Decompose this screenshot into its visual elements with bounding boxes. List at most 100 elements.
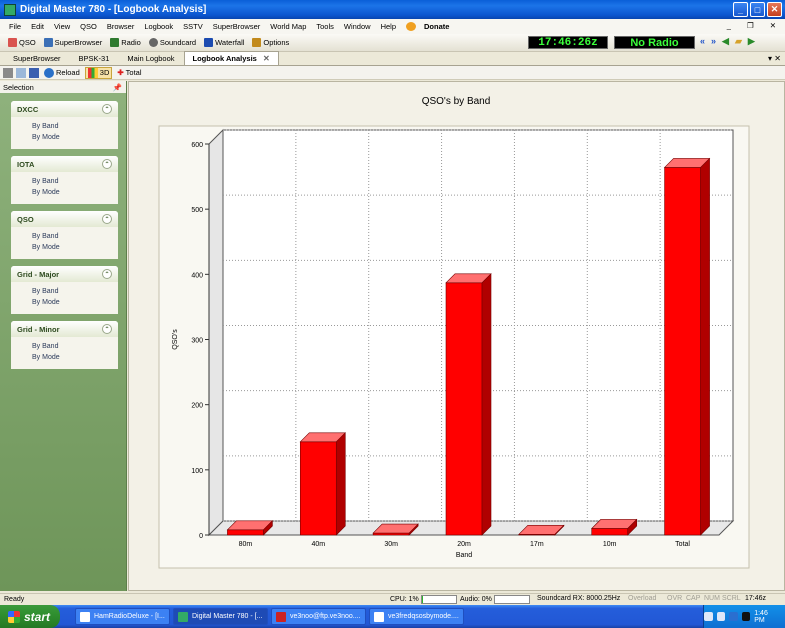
waterfall-button[interactable]: Waterfall xyxy=(200,38,248,47)
taskbar-item-label: ve3fredqsosbymode.... xyxy=(388,613,459,620)
start-button[interactable]: start xyxy=(0,605,60,628)
bar-side-20m xyxy=(481,273,492,536)
minimize-button[interactable]: _ xyxy=(733,2,748,17)
collapse-icon[interactable]: ⌃ xyxy=(102,104,112,114)
maximize-button[interactable]: □ xyxy=(750,2,765,17)
reload-button[interactable]: Reload xyxy=(42,67,82,78)
group-title: DXCC xyxy=(17,104,39,114)
group-header-iota[interactable]: IOTA ⌃ xyxy=(11,156,118,172)
tab-main-logbook[interactable]: Main Logbook xyxy=(118,51,183,65)
group-header-qso[interactable]: QSO ⌃ xyxy=(11,211,118,227)
scrl-indicator: SCRL xyxy=(722,595,741,602)
taskbar: start HamRadioDeluxe - [I... Digital Mas… xyxy=(0,605,785,628)
qso-button[interactable]: QSO xyxy=(4,38,40,47)
audio-label: Audio: 0% xyxy=(460,596,492,603)
collapse-icon[interactable]: ⌃ xyxy=(102,159,112,169)
app-tray-icon[interactable] xyxy=(741,612,751,621)
chart-title: QSO's by Band xyxy=(422,96,491,107)
menu-help[interactable]: Help xyxy=(376,22,401,31)
selection-panel: Selection 📌 DXCC ⌃ By Band By Mode IOTA … xyxy=(0,81,127,591)
menu-logbook[interactable]: Logbook xyxy=(139,22,178,31)
antivirus-tray-icon[interactable] xyxy=(729,612,738,621)
radio-button[interactable]: Radio xyxy=(106,38,145,47)
mdi-close-icon[interactable]: ✕ xyxy=(765,21,781,30)
y-tick-label: 600 xyxy=(191,142,203,149)
tab-logbook-analysis[interactable]: Logbook Analysis ✕ xyxy=(183,51,279,65)
filezilla-icon xyxy=(276,611,286,622)
total-toggle-button[interactable]: ✚ Total xyxy=(115,68,143,77)
group-header-grid-major[interactable]: Grid - Major ⌃ xyxy=(11,266,118,282)
menu-file[interactable]: File xyxy=(4,22,26,31)
taskbar-item-digital-master[interactable]: Digital Master 780 - [... xyxy=(173,608,268,625)
collapse-icon[interactable]: ⌃ xyxy=(102,269,112,279)
tab-list-icon[interactable]: ▾ xyxy=(768,54,772,63)
superbrowser-button-label: SuperBrowser xyxy=(54,38,103,47)
qso-by-band-link[interactable]: By Band xyxy=(32,231,118,242)
soundcard-icon xyxy=(148,38,158,47)
superbrowser-button[interactable]: SuperBrowser xyxy=(40,38,107,47)
taskbar-item-label: HamRadioDeluxe - [I... xyxy=(94,613,165,620)
network-tray-icon[interactable] xyxy=(716,612,726,621)
taskbar-item-ftp[interactable]: ve3noo@ftp.ve3noo.... xyxy=(271,608,366,625)
mdi-minimize-icon[interactable]: _ xyxy=(722,21,736,30)
dxcc-by-band-link[interactable]: By Band xyxy=(32,121,118,132)
soundcard-button[interactable]: Soundcard xyxy=(145,38,200,47)
group-header-grid-minor[interactable]: Grid - Minor ⌃ xyxy=(11,321,118,337)
dxcc-by-mode-link[interactable]: By Mode xyxy=(32,132,118,143)
iota-by-mode-link[interactable]: By Mode xyxy=(32,187,118,198)
preview-icon[interactable] xyxy=(16,67,26,78)
group-grid-minor: Grid - Minor ⌃ By Band By Mode xyxy=(11,321,118,369)
pin-icon[interactable]: 📌 xyxy=(113,83,122,92)
iota-by-band-link[interactable]: By Band xyxy=(32,176,118,187)
menu-view[interactable]: View xyxy=(49,22,75,31)
folder-icon[interactable]: ▰ xyxy=(735,36,742,47)
donate-button[interactable]: Donate xyxy=(401,22,459,31)
collapse-icon[interactable]: ⌃ xyxy=(102,324,112,334)
menu-world-map[interactable]: World Map xyxy=(265,22,311,31)
bar-40m xyxy=(299,441,337,536)
cap-indicator: CAP xyxy=(686,595,701,602)
tray-clock: 1:46 PM xyxy=(754,609,768,624)
tab-bpsk31[interactable]: BPSK-31 xyxy=(70,51,119,65)
options-button[interactable]: Options xyxy=(248,38,293,47)
collapse-icon[interactable]: ⌃ xyxy=(102,214,112,224)
taskbar-item-image[interactable]: ve3fredqsosbymode.... xyxy=(369,608,464,625)
title-bar[interactable]: Digital Master 780 - [Logbook Analysis] … xyxy=(0,0,785,19)
grid-major-by-band-link[interactable]: By Band xyxy=(32,286,118,297)
back-icon[interactable]: ◀ xyxy=(722,36,729,47)
taskbar-item-hamradiodeluxe[interactable]: HamRadioDeluxe - [I... xyxy=(75,608,170,625)
status-ready: Ready xyxy=(4,596,25,603)
grid-major-by-mode-link[interactable]: By Mode xyxy=(32,297,118,308)
group-iota: IOTA ⌃ By Band By Mode xyxy=(11,156,118,204)
menu-tools[interactable]: Tools xyxy=(311,22,339,31)
save-icon[interactable] xyxy=(29,67,39,78)
menu-edit[interactable]: Edit xyxy=(26,22,49,31)
bar-80m xyxy=(227,529,264,536)
donate-icon xyxy=(406,22,417,31)
radio-status: No Radio xyxy=(614,36,695,49)
help-tray-icon[interactable] xyxy=(704,612,713,621)
menu-sstv[interactable]: SSTV xyxy=(178,22,208,31)
3d-toggle-button[interactable]: 3D xyxy=(84,66,113,79)
audio-meter xyxy=(493,595,530,604)
grid-minor-by-band-link[interactable]: By Band xyxy=(32,341,118,352)
waterfall-button-label: Waterfall xyxy=(215,38,245,47)
grid-minor-by-mode-link[interactable]: By Mode xyxy=(32,352,118,363)
tab-superbrowser[interactable]: SuperBrowser xyxy=(4,51,70,65)
forward-double-icon[interactable]: » xyxy=(711,36,716,47)
menu-qso[interactable]: QSO xyxy=(75,22,102,31)
mdi-restore-icon[interactable]: ❐ xyxy=(742,21,759,30)
menu-superbrowser[interactable]: SuperBrowser xyxy=(208,22,266,31)
group-body: By Band By Mode xyxy=(11,172,118,204)
menu-window[interactable]: Window xyxy=(339,22,376,31)
tab-close-all-icon[interactable]: ✕ xyxy=(774,54,781,63)
close-button[interactable]: ✕ xyxy=(767,2,782,17)
menu-browser[interactable]: Browser xyxy=(102,22,140,31)
utc-clock: 17:46:26z xyxy=(528,36,608,49)
print-icon[interactable] xyxy=(3,67,13,78)
back-double-icon[interactable]: « xyxy=(700,36,705,47)
group-header-dxcc[interactable]: DXCC ⌃ xyxy=(11,101,118,117)
tab-close-icon[interactable]: ✕ xyxy=(263,54,270,63)
forward-icon[interactable]: ▶ xyxy=(748,36,755,47)
qso-by-mode-link[interactable]: By Mode xyxy=(32,242,118,253)
